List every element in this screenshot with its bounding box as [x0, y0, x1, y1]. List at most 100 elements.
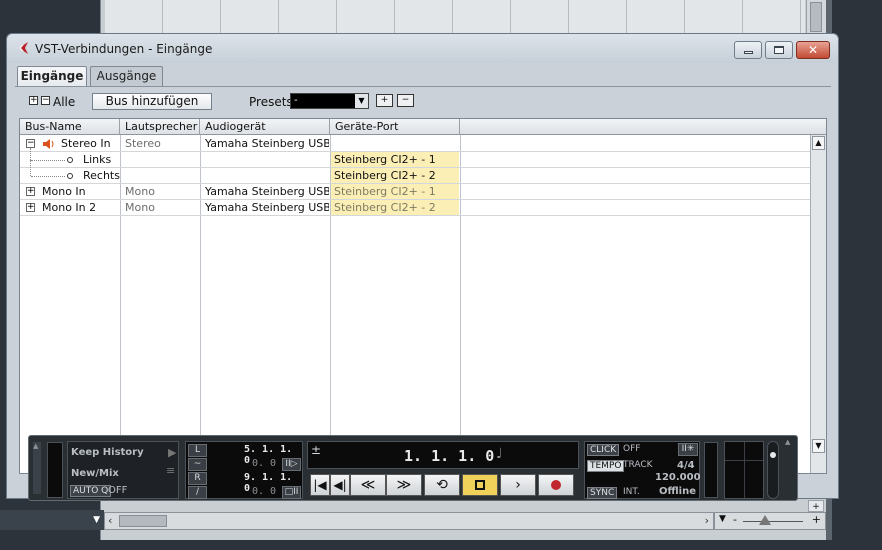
tempo-button[interactable]: TEMPO — [587, 460, 625, 472]
presets-select[interactable]: - ▼ — [290, 93, 369, 109]
zoom-in-icon[interactable]: + — [812, 513, 821, 526]
table-row[interactable]: Rechts Steinberg CI2+ - 2 — [20, 160, 810, 184]
zoom-menu-icon[interactable]: ▼ — [719, 514, 726, 524]
transport-menu-icon[interactable]: ▲ — [785, 438, 790, 446]
tree-connector — [31, 176, 65, 177]
device-port[interactable]: Steinberg CI2+ - 1 — [331, 184, 459, 199]
transport-grip[interactable] — [33, 442, 41, 494]
tempo-value[interactable]: 120.000 — [655, 472, 701, 483]
toolbar: + − Alle Bus hinzufügen Presets - ▼ + − — [17, 90, 833, 112]
click-value: OFF — [623, 444, 641, 454]
plusminus-icon[interactable]: ± — [311, 443, 321, 457]
maximize-button[interactable] — [765, 41, 793, 59]
left-locator-sub[interactable]: 0. 0 — [252, 458, 276, 469]
scroll-right-icon[interactable]: › — [705, 514, 709, 527]
sync-button[interactable]: SYNC — [587, 487, 618, 499]
scroll-up-icon[interactable]: ▲ — [812, 136, 825, 150]
collapse-all-icon[interactable]: − — [41, 96, 50, 105]
expand-icon[interactable]: + — [26, 203, 35, 212]
table-row[interactable]: + Mono In Mono Yamaha Steinberg USB A St… — [20, 184, 810, 200]
add-bus-button[interactable]: Bus hinzufügen — [92, 93, 212, 110]
speaker-config[interactable]: Mono — [125, 184, 155, 199]
left-locator-button[interactable]: L — [188, 444, 207, 457]
position-display[interactable]: ± 1. 1. 1. 0 ♩ — [307, 441, 579, 469]
expand-all-icon[interactable]: + — [29, 96, 38, 105]
cubase-logo-icon — [19, 42, 28, 54]
horizontal-zoom-slider[interactable]: ▼ - + — [714, 512, 826, 530]
sync-source: INT. — [623, 487, 640, 497]
zoom-out-icon[interactable]: - — [733, 513, 737, 526]
stop-button[interactable] — [462, 474, 498, 496]
project-horizontal-scrollbar[interactable]: ‹ › — [104, 512, 714, 530]
record-button[interactable] — [538, 474, 574, 496]
table-row[interactable]: + Mono In 2 Mono Yamaha Steinberg USB A … — [20, 200, 810, 216]
go-to-end-button[interactable]: ◀| — [330, 474, 350, 496]
autoq-value: OFF — [108, 485, 128, 496]
level-knob[interactable] — [770, 452, 776, 458]
close-button[interactable]: ✕ — [796, 41, 830, 59]
right-locator-button[interactable]: R — [188, 472, 207, 485]
vertical-zoom-plus-icon[interactable]: + — [808, 500, 824, 512]
audio-device[interactable]: Yamaha Steinberg USB A — [205, 136, 329, 151]
expand-icon[interactable]: + — [26, 187, 35, 196]
zoom-knob[interactable] — [759, 515, 771, 525]
record-mode-section: Keep History ▶ New/Mix ≡ AUTO Q OFF — [67, 441, 179, 499]
speaker-config[interactable]: Stereo — [125, 136, 161, 151]
scroll-left-icon[interactable]: ‹ — [108, 514, 112, 527]
zoom-track[interactable] — [743, 521, 803, 522]
tree-connector — [30, 148, 31, 160]
transport-panel: Keep History ▶ New/Mix ≡ AUTO Q OFF L ~ … — [28, 435, 798, 501]
transport-meter — [47, 442, 63, 498]
device-port[interactable]: Steinberg CI2+ - 2 — [331, 200, 459, 215]
punch-in-icon[interactable]: ~ — [188, 458, 207, 471]
pre-roll-icon[interactable]: II▷ — [282, 458, 301, 471]
fast-forward-button[interactable]: ≫ — [386, 474, 422, 496]
column-device-port[interactable]: Geräte-Port — [330, 119, 460, 135]
device-port[interactable]: Steinberg CI2+ - 2 — [331, 168, 459, 183]
rewind-button[interactable]: ≪ — [350, 474, 386, 496]
window-title: VST-Verbindungen - Eingänge — [35, 42, 213, 56]
channel-icon — [67, 157, 73, 163]
speaker-config[interactable]: Mono — [125, 200, 155, 215]
scroll-down-icon[interactable]: ▼ — [812, 439, 825, 453]
project-horizontal-scroll-thumb[interactable] — [119, 515, 167, 527]
audio-device[interactable]: Yamaha Steinberg USB A — [205, 200, 329, 215]
master-level-slider[interactable] — [767, 441, 779, 499]
presets-value: - — [294, 95, 298, 106]
column-bus-name[interactable]: Bus-Name — [20, 119, 120, 135]
table-row[interactable]: − Stereo In Stereo Yamaha Steinberg USB … — [20, 136, 810, 152]
minimize-button[interactable] — [734, 41, 762, 59]
cycle-button[interactable]: ⟲ — [424, 474, 460, 496]
minimize-icon — [743, 51, 753, 54]
project-vertical-scroll-thumb[interactable] — [810, 2, 822, 32]
right-locator-sub[interactable]: 0. 0 — [252, 486, 276, 497]
remove-preset-icon[interactable]: − — [397, 94, 414, 107]
tab-inputs[interactable]: Eingänge — [17, 66, 87, 87]
post-roll-icon[interactable]: □II — [282, 486, 301, 499]
mode-label[interactable]: New/Mix — [71, 468, 119, 479]
store-preset-icon[interactable]: + — [376, 94, 393, 107]
stop-icon — [475, 480, 485, 490]
column-speakers[interactable]: Lautsprecher — [120, 119, 200, 135]
all-label: Alle — [53, 95, 76, 109]
punch-out-icon[interactable]: / — [188, 486, 207, 499]
click-settings-icon[interactable]: II✳ — [678, 443, 698, 456]
history-label[interactable]: Keep History — [71, 447, 144, 458]
dropdown-arrow-icon[interactable]: ▼ — [93, 515, 100, 525]
go-to-start-button[interactable]: |◀ — [310, 474, 330, 496]
column-audio-device[interactable]: Audiogerät — [200, 119, 330, 135]
tab-outputs[interactable]: Ausgänge — [90, 66, 163, 86]
table-row[interactable]: Links Steinberg CI2+ - 1 — [20, 148, 810, 168]
tempo-mode: TRACK — [623, 460, 653, 470]
collapse-icon[interactable]: − — [26, 139, 35, 148]
device-port[interactable] — [331, 136, 460, 151]
click-button[interactable]: CLICK — [587, 444, 620, 456]
song-position[interactable]: 1. 1. 1. 0 — [404, 447, 494, 465]
time-signature[interactable]: 4/4 — [677, 460, 695, 471]
device-port[interactable]: Steinberg CI2+ - 1 — [331, 152, 459, 167]
title-bar[interactable]: VST-Verbindungen - Eingänge ✕ — [7, 34, 838, 63]
autoq-button[interactable]: AUTO Q — [70, 485, 112, 497]
audio-device[interactable]: Yamaha Steinberg USB A — [205, 184, 329, 199]
table-vertical-scrollbar[interactable]: ▲ ▼ — [810, 135, 826, 473]
play-button[interactable]: › — [500, 474, 536, 496]
